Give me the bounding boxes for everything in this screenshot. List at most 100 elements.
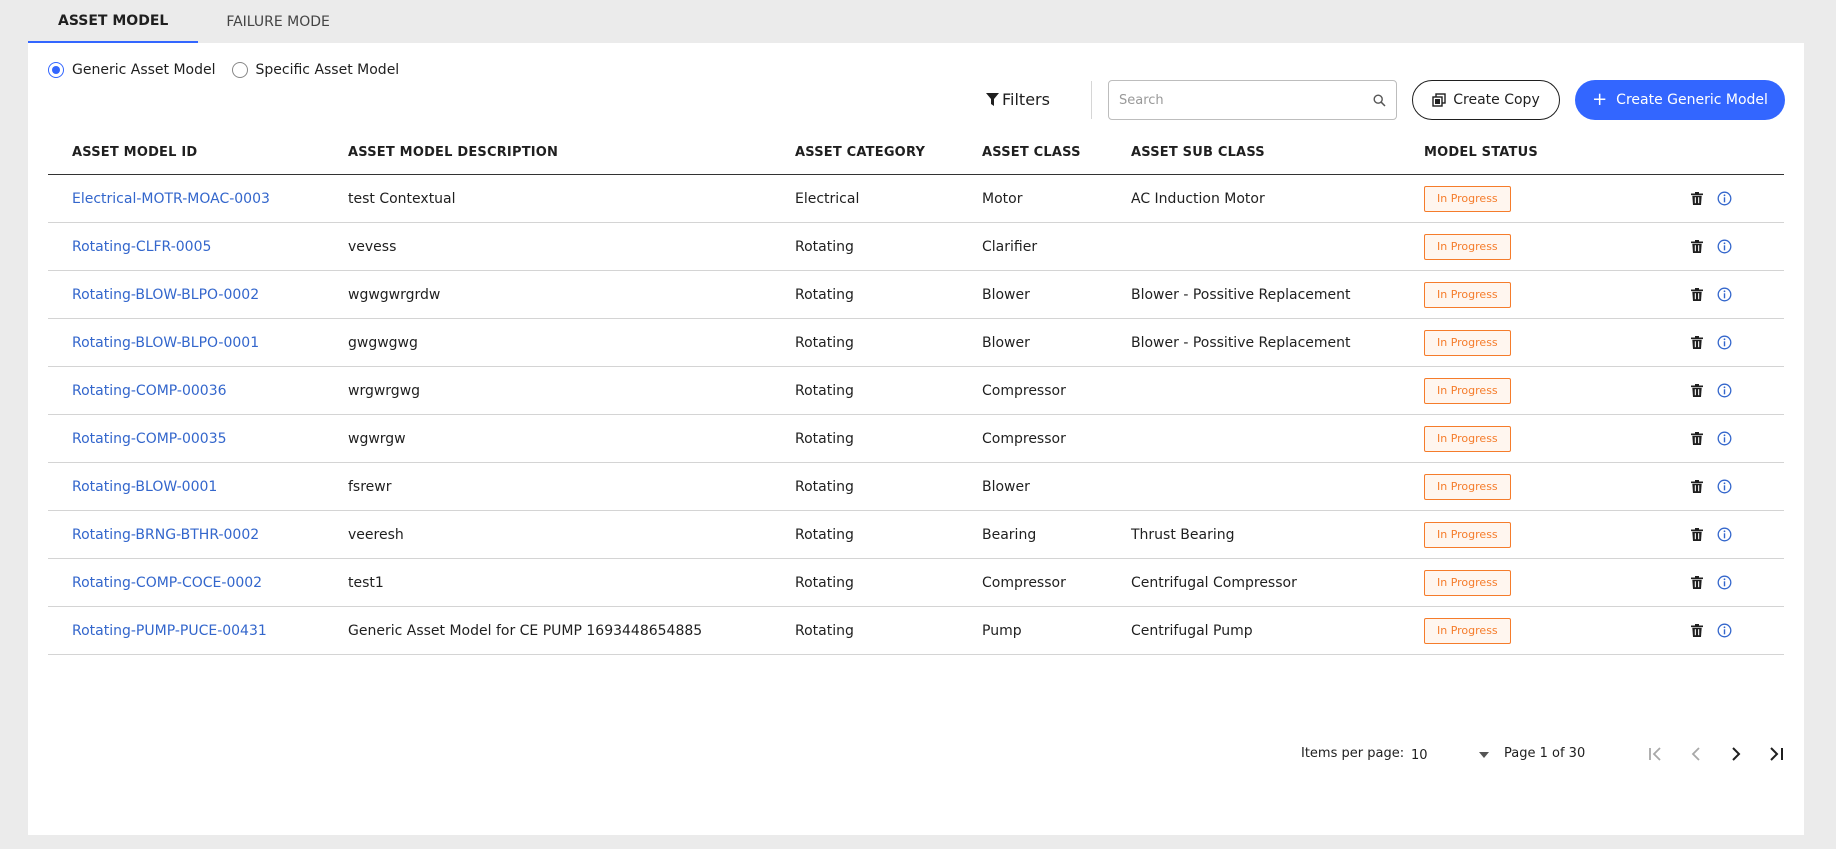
tab-failure-mode[interactable]: FAILURE MODE	[198, 0, 358, 43]
asset-sub-class-cell: Centrifugal Pump	[1131, 622, 1253, 639]
search-icon[interactable]	[1373, 93, 1386, 107]
asset-category-cell: Rotating	[795, 286, 854, 303]
model-status-cell: In Progress	[1424, 319, 1511, 366]
model-status-cell: In Progress	[1424, 559, 1511, 606]
asset-class-cell: Motor	[982, 190, 1023, 207]
info-icon[interactable]	[1716, 382, 1733, 399]
table-body: Electrical-MOTR-MOAC-0003 test Contextual…	[48, 175, 1784, 655]
column-header-asset-category[interactable]: ASSET CATEGORY	[795, 145, 925, 160]
plus-icon: +	[1592, 89, 1608, 110]
items-per-page-value: 10	[1411, 747, 1428, 763]
model-status-cell: In Progress	[1424, 175, 1511, 222]
radio-checked-icon[interactable]	[48, 62, 64, 78]
column-header-asset-class[interactable]: ASSET CLASS	[982, 145, 1081, 160]
model-status-cell: In Progress	[1424, 607, 1511, 654]
radio-specific-asset-model[interactable]: Specific Asset Model	[231, 62, 400, 78]
asset-sub-class-cell: Blower - Possitive Replacement	[1131, 286, 1351, 303]
asset-model-description-cell: fsrewr	[348, 478, 392, 495]
model-status-cell: In Progress	[1424, 271, 1511, 318]
asset-model-description-cell: wrgwrgwg	[348, 382, 421, 399]
status-badge: In Progress	[1424, 617, 1511, 644]
table-row[interactable]: Rotating-COMP-00036 wrgwrgwg Rotating Compr…	[48, 367, 1784, 415]
delete-icon[interactable]	[1688, 238, 1705, 255]
asset-model-description-cell: test1	[348, 574, 384, 591]
asset-model-id-link[interactable]: Rotating-BLOW-BLPO-0001	[72, 319, 259, 366]
model-status-cell: In Progress	[1424, 223, 1511, 270]
info-icon[interactable]	[1716, 478, 1733, 495]
column-header-asset-model-id[interactable]: ASSET MODEL ID	[72, 145, 197, 160]
status-badge: In Progress	[1424, 281, 1511, 308]
last-page-button[interactable]	[1764, 742, 1788, 766]
asset-model-description-cell: vevess	[348, 238, 397, 255]
asset-model-id-link[interactable]: Electrical-MOTR-MOAC-0003	[72, 175, 270, 222]
delete-icon[interactable]	[1688, 478, 1705, 495]
status-badge: In Progress	[1424, 569, 1511, 596]
info-icon[interactable]	[1716, 190, 1733, 207]
delete-icon[interactable]	[1688, 430, 1705, 447]
chevron-right-icon	[1732, 747, 1741, 761]
items-per-page-select[interactable]: 10	[1411, 744, 1489, 766]
table-row[interactable]: Rotating-COMP-COCE-0002 test1 Rotating Comp…	[48, 559, 1784, 607]
table-row[interactable]: Electrical-MOTR-MOAC-0003 test Contextual…	[48, 175, 1784, 223]
tab-asset-model[interactable]: ASSET MODEL	[28, 0, 199, 43]
asset-class-cell: Blower	[982, 478, 1030, 495]
asset-class-cell: Blower	[982, 334, 1030, 351]
radio-label: Specific Asset Model	[255, 62, 400, 78]
asset-model-id-link[interactable]: Rotating-BLOW-0001	[72, 463, 217, 510]
info-icon[interactable]	[1716, 286, 1733, 303]
delete-icon[interactable]	[1688, 622, 1705, 639]
asset-model-description-cell: wgwgwrgrdw	[348, 286, 441, 303]
table-row[interactable]: Rotating-BLOW-0001 fsrewr Rotating Blower In…	[48, 463, 1784, 511]
info-icon[interactable]	[1716, 334, 1733, 351]
column-header-asset-sub-class[interactable]: ASSET SUB CLASS	[1131, 145, 1265, 160]
create-generic-label: Create Generic Model	[1616, 92, 1768, 108]
asset-model-description-cell: test Contextual	[348, 190, 456, 207]
asset-category-cell: Rotating	[795, 574, 854, 591]
delete-icon[interactable]	[1688, 382, 1705, 399]
asset-category-cell: Rotating	[795, 478, 854, 495]
asset-model-id-link[interactable]: Rotating-COMP-COCE-0002	[72, 559, 262, 606]
previous-page-button[interactable]	[1684, 742, 1708, 766]
info-icon[interactable]	[1716, 622, 1733, 639]
asset-model-id-link[interactable]: Rotating-BRNG-BTHR-0002	[72, 511, 259, 558]
asset-class-cell: Clarifier	[982, 238, 1038, 255]
table-row[interactable]: Rotating-BRNG-BTHR-0002 veeresh Rotating Be…	[48, 511, 1784, 559]
asset-sub-class-cell: Centrifugal Compressor	[1131, 574, 1297, 591]
table-row[interactable]: Rotating-BLOW-BLPO-0002 wgwgwrgrdw Rotatin…	[48, 271, 1784, 319]
table-row[interactable]: Rotating-BLOW-BLPO-0001 gwgwgwg Rotating Bl…	[48, 319, 1784, 367]
first-page-button[interactable]	[1644, 742, 1668, 766]
delete-icon[interactable]	[1688, 286, 1705, 303]
model-status-cell: In Progress	[1424, 463, 1511, 510]
delete-icon[interactable]	[1688, 526, 1705, 543]
asset-class-cell: Compressor	[982, 382, 1066, 399]
delete-icon[interactable]	[1688, 574, 1705, 591]
filter-icon	[986, 92, 999, 106]
asset-model-description-cell: wgwrgw	[348, 430, 406, 447]
radio-unchecked-icon[interactable]	[231, 62, 248, 78]
radio-generic-asset-model[interactable]: Generic Asset Model	[48, 62, 216, 78]
column-header-model-status[interactable]: MODEL STATUS	[1424, 145, 1538, 160]
asset-model-id-link[interactable]: Rotating-PUMP-PUCE-00431	[72, 607, 267, 654]
table-row[interactable]: Rotating-PUMP-PUCE-00431 Generic Asset Mo…	[48, 607, 1784, 655]
asset-model-id-link[interactable]: Rotating-BLOW-BLPO-0002	[72, 271, 259, 318]
filters-button[interactable]: Filters	[986, 90, 1050, 109]
info-icon[interactable]	[1716, 430, 1733, 447]
table-header: ASSET MODEL ID ASSET MODEL DESCRIPTION A…	[48, 111, 1784, 175]
asset-category-cell: Rotating	[795, 334, 854, 351]
asset-model-id-link[interactable]: Rotating-COMP-00035	[72, 415, 227, 462]
asset-model-id-link[interactable]: Rotating-CLFR-0005	[72, 223, 211, 270]
status-badge: In Progress	[1424, 473, 1511, 500]
next-page-button[interactable]	[1724, 742, 1748, 766]
delete-icon[interactable]	[1688, 190, 1705, 207]
info-icon[interactable]	[1716, 526, 1733, 543]
column-header-asset-model-description[interactable]: ASSET MODEL DESCRIPTION	[348, 145, 558, 160]
status-badge: In Progress	[1424, 185, 1511, 212]
asset-model-id-link[interactable]: Rotating-COMP-00036	[72, 367, 227, 414]
asset-class-cell: Pump	[982, 622, 1022, 639]
info-icon[interactable]	[1716, 238, 1733, 255]
info-icon[interactable]	[1716, 574, 1733, 591]
search-input[interactable]	[1119, 92, 1373, 108]
table-row[interactable]: Rotating-CLFR-0005 vevess Rotating Clarifie…	[48, 223, 1784, 271]
delete-icon[interactable]	[1688, 334, 1705, 351]
table-row[interactable]: Rotating-COMP-00035 wgwrgw Rotating Compres…	[48, 415, 1784, 463]
